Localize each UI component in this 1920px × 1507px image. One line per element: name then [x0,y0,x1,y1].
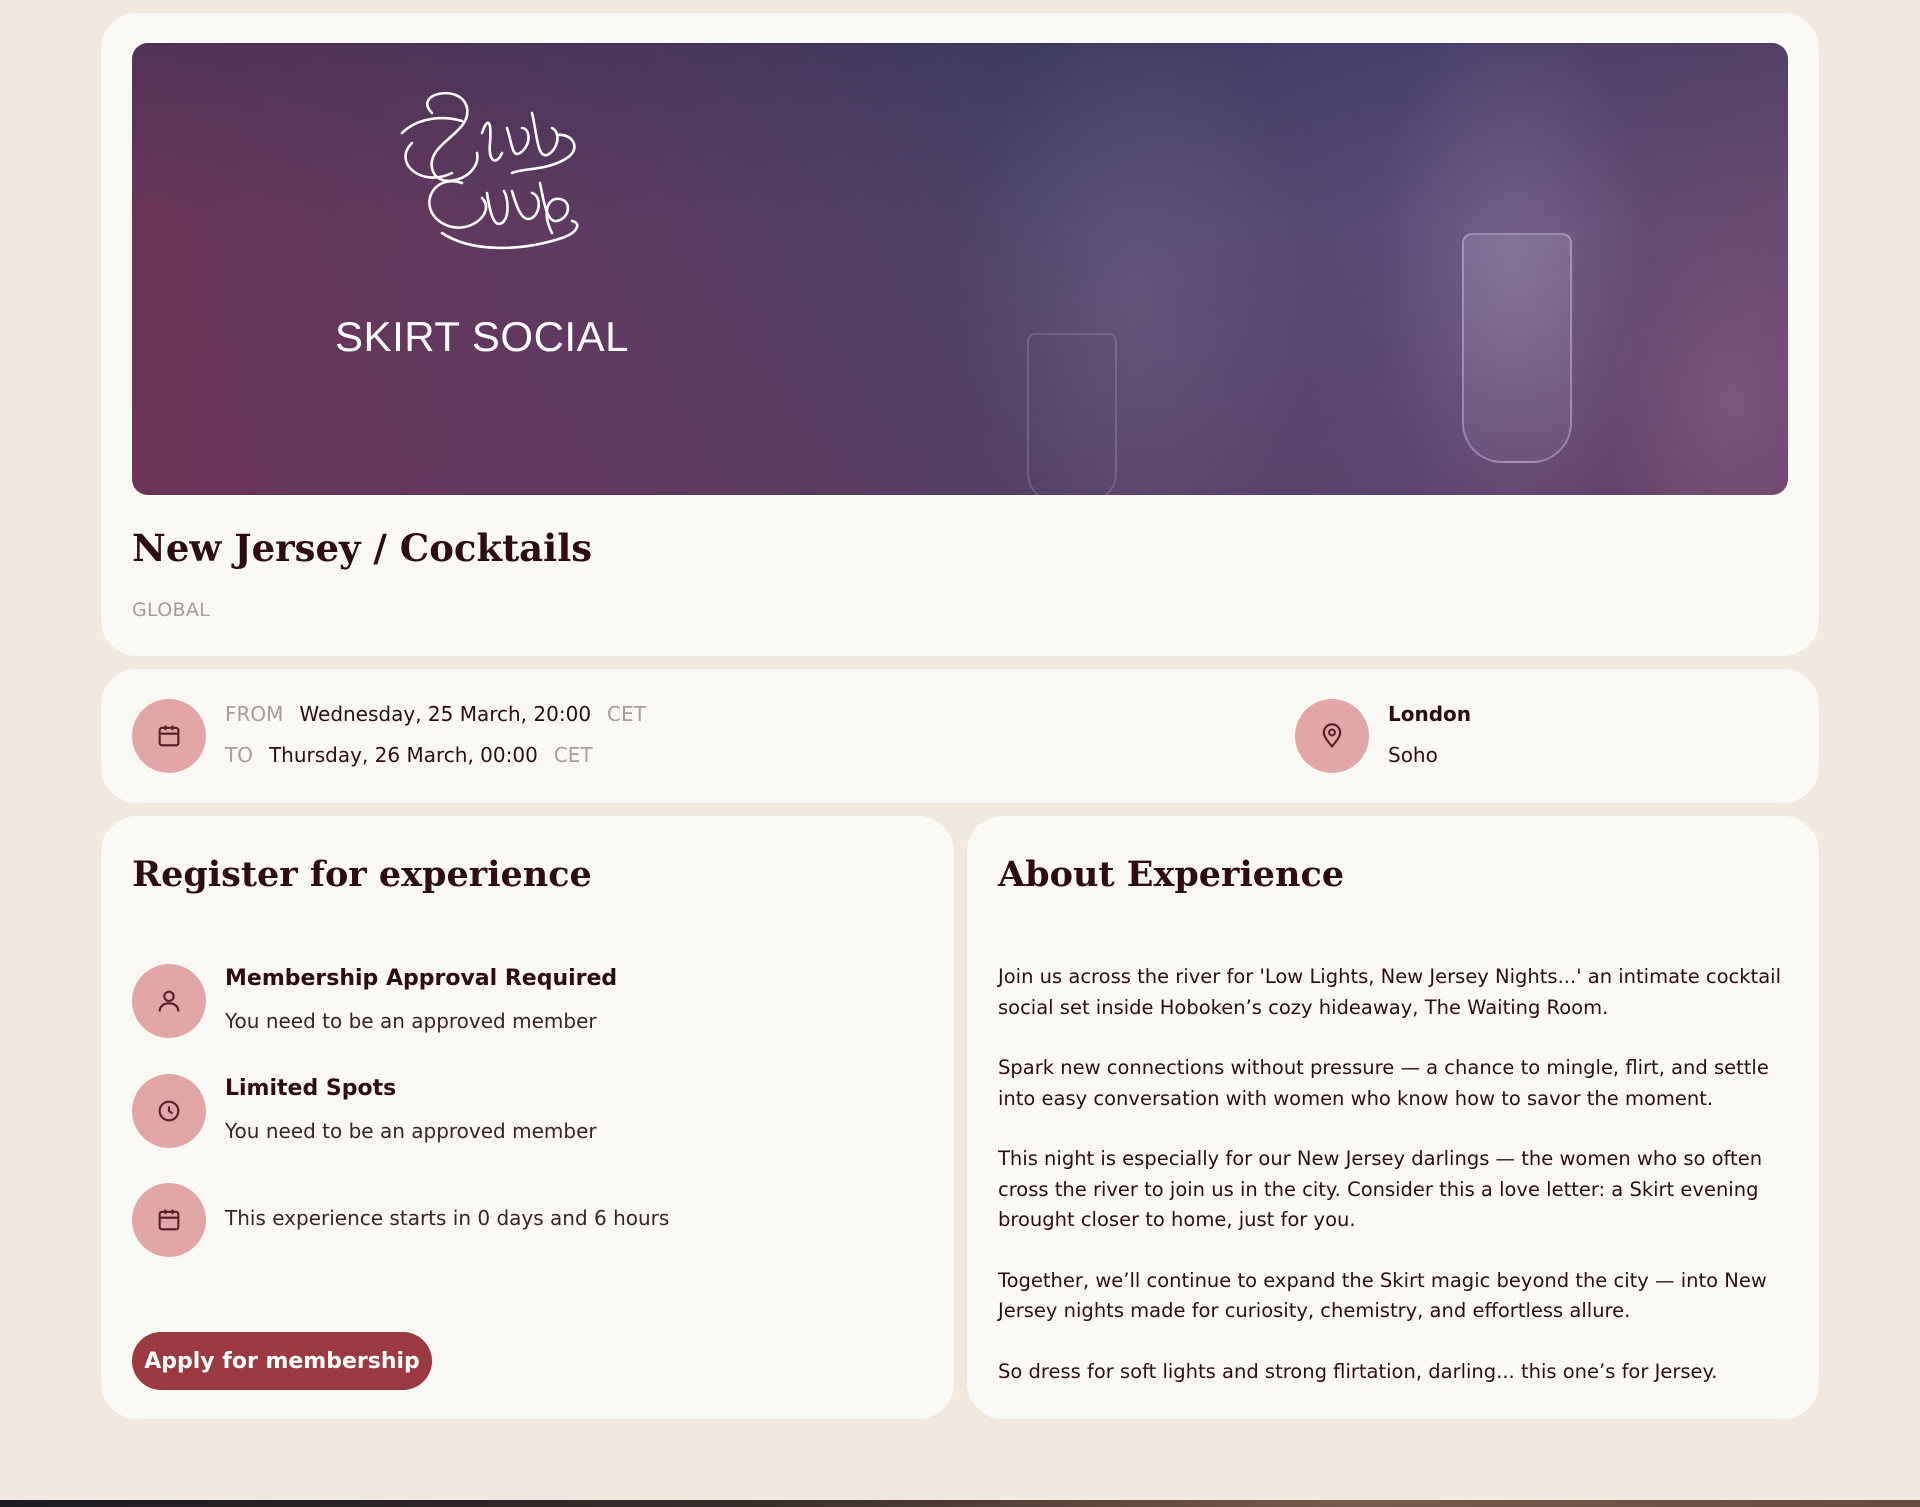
to-value: Thursday, 26 March, 00:00 [268,743,538,767]
banner-glass-shape [1462,233,1572,463]
about-paragraph: Join us across the river for 'Low Lights… [998,965,1781,1019]
from-label: FROM [225,702,284,726]
about-paragraph: This night is especially for our New Jer… [998,1147,1763,1231]
about-heading: About Experience [998,854,1345,895]
event-info-card: FROM Wednesday, 25 March, 20:00 CET TO Thur… [101,669,1819,803]
event-banner-image: SKIRT SOCIAL [132,43,1788,495]
location-area: Soho [1388,743,1438,767]
event-region-label: GLOBAL [132,599,211,621]
requirement-subtitle: You need to be an approved member [225,1009,597,1033]
about-card: About Experience Join us across the rive… [967,816,1819,1419]
location-city: London [1388,702,1472,726]
from-value: Wednesday, 25 March, 20:00 [299,702,592,726]
event-brand-heading: SKIRT SOCIAL [335,313,629,360]
to-label: TO [225,743,253,767]
apply-for-membership-button[interactable]: Apply for membership [132,1332,432,1390]
register-heading: Register for experience [132,854,592,895]
event-end-time: TO Thursday, 26 March, 00:00 CET [225,743,609,767]
banner-glass-shape [1027,333,1117,495]
event-title: New Jersey / Cocktails [132,526,593,570]
calendar-icon [132,699,206,773]
user-icon [132,964,206,1038]
footer-image-edge [0,1500,1920,1507]
clock-icon [132,1074,206,1148]
about-paragraph: So dress for soft lights and strong flir… [998,1359,1718,1383]
about-paragraph: Spark new connections without pressure —… [998,1056,1769,1110]
event-start-time: FROM Wednesday, 25 March, 20:00 CET [225,702,662,726]
map-pin-icon [1295,699,1369,773]
to-timezone: CET [553,743,593,767]
register-card: Register for experience Membership Appro… [101,816,954,1419]
requirement-subtitle: You need to be an approved member [225,1119,597,1143]
requirement-title: Membership Approval Required [225,966,618,991]
event-header-card: SKIRT SOCIAL New Jersey / Cocktails GLOB… [101,13,1819,656]
about-paragraph: Together, we’ll continue to expand the S… [998,1268,1767,1323]
from-timezone: CET [607,702,646,726]
countdown-text: This experience starts in 0 days and 6 h… [225,1206,670,1230]
calendar-icon [132,1183,206,1257]
requirement-title: Limited Spots [225,1076,397,1101]
skirt-club-logo [400,91,579,250]
about-description: Join us across the river for 'Low Lights… [998,962,1798,1417]
